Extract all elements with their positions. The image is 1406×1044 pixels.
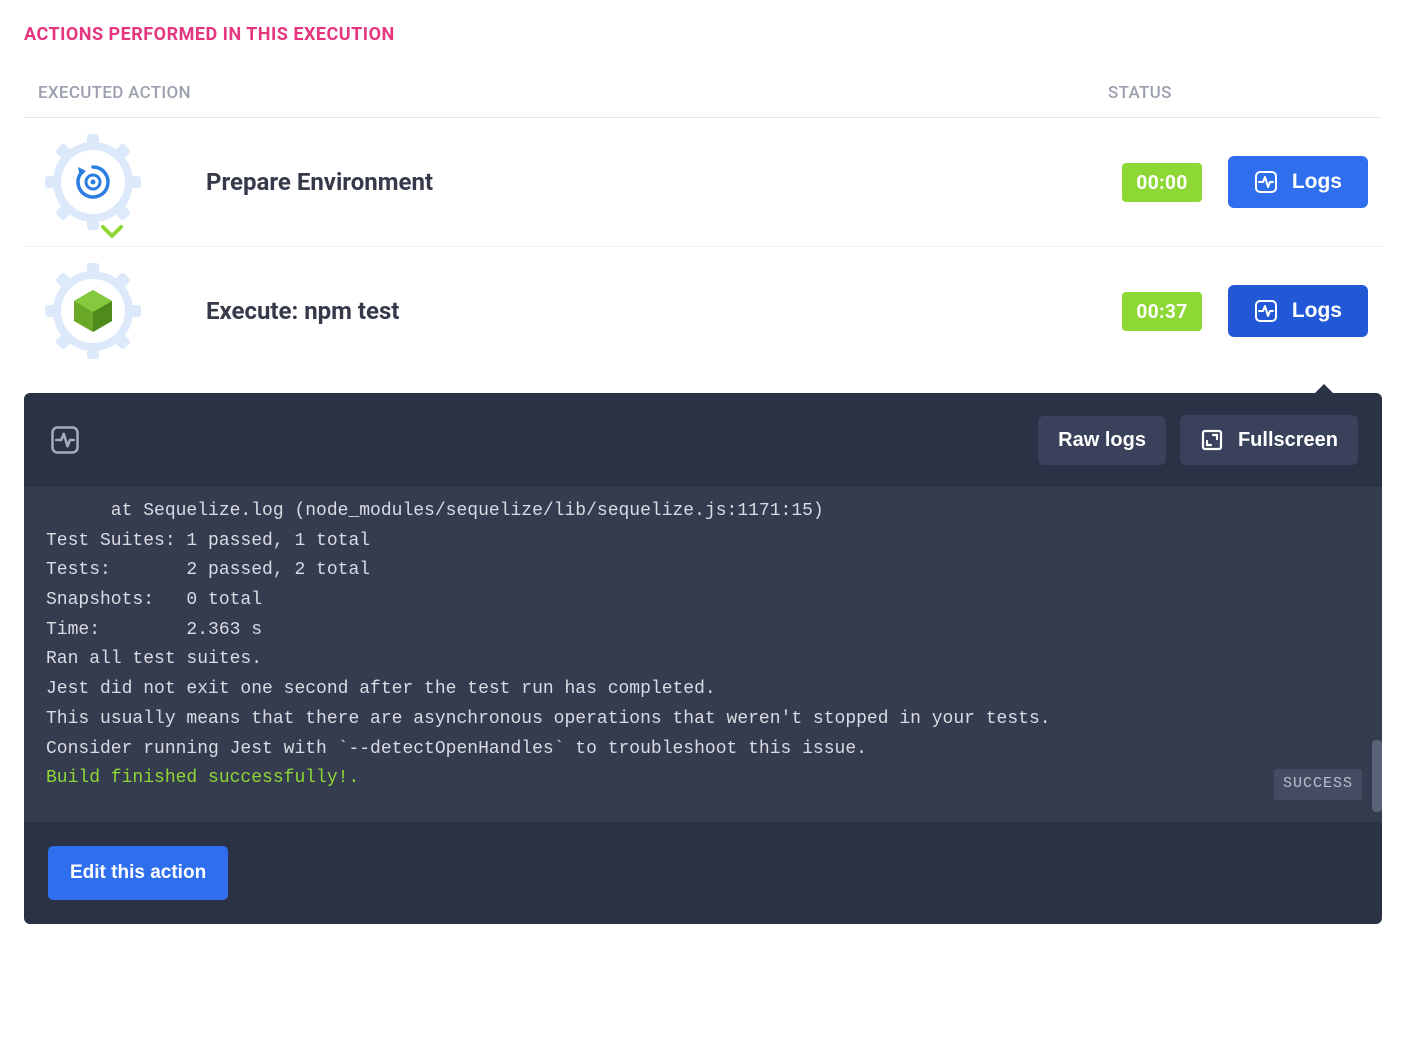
status-cell: 00:37 Logs	[1122, 285, 1368, 337]
logs-button[interactable]: Logs	[1228, 285, 1368, 337]
logs-button-label: Logs	[1292, 170, 1342, 194]
logs-button-label: Logs	[1292, 299, 1342, 323]
log-line: at Sequelize.log (node_modules/sequelize…	[46, 497, 1360, 527]
section-heading: ACTIONS PERFORMED IN THIS EXECUTION	[24, 24, 1382, 45]
activity-icon	[1254, 170, 1278, 194]
log-line: Ran all test suites.	[46, 645, 1360, 675]
log-line: This usually means that there are asynch…	[46, 705, 1360, 735]
action-title: Execute: npm test	[148, 297, 1122, 325]
activity-icon	[48, 423, 82, 457]
log-line: Snapshots: 0 total	[46, 586, 1360, 616]
console-panel: Raw logs Fullscreen at Sequelize.log (no…	[24, 393, 1382, 924]
log-success-line: Build finished successfully!.	[46, 764, 1360, 794]
scrollbar-thumb[interactable]	[1372, 740, 1382, 812]
fullscreen-label: Fullscreen	[1238, 429, 1338, 452]
edit-action-button[interactable]: Edit this action	[48, 846, 228, 900]
fullscreen-button[interactable]: Fullscreen	[1180, 415, 1358, 465]
action-icon-wrap	[38, 261, 148, 361]
status-tag: SUCCESS	[1274, 769, 1362, 800]
raw-logs-label: Raw logs	[1058, 429, 1146, 452]
activity-icon	[1254, 299, 1278, 323]
log-line: Tests: 2 passed, 2 total	[46, 556, 1360, 586]
logs-button[interactable]: Logs	[1228, 156, 1368, 208]
log-line: Time: 2.363 s	[46, 616, 1360, 646]
action-row: Prepare Environment 00:00 Logs	[24, 118, 1382, 247]
action-icon-wrap	[38, 132, 148, 232]
scrollbar[interactable]	[1372, 487, 1382, 822]
col-header-action: EXECUTED ACTION	[38, 83, 1108, 103]
node-icon	[71, 287, 115, 335]
actions-table: EXECUTED ACTION STATUS	[24, 73, 1382, 375]
action-row: Execute: npm test 00:37 Logs	[24, 247, 1382, 375]
raw-logs-button[interactable]: Raw logs	[1038, 416, 1166, 465]
chevron-down-icon	[100, 224, 124, 244]
gear-icon	[43, 261, 143, 361]
action-title: Prepare Environment	[148, 168, 1122, 196]
settings-refresh-icon	[72, 161, 114, 203]
fullscreen-icon	[1200, 428, 1224, 452]
console-body[interactable]: at Sequelize.log (node_modules/sequelize…	[24, 487, 1382, 822]
time-badge: 00:37	[1122, 292, 1201, 331]
time-badge: 00:00	[1122, 163, 1201, 202]
console-footer: Edit this action	[24, 822, 1382, 924]
gear-icon	[43, 132, 143, 232]
console-toolbar: Raw logs Fullscreen	[24, 393, 1382, 487]
status-cell: 00:00 Logs	[1122, 156, 1368, 208]
log-line: Jest did not exit one second after the t…	[46, 675, 1360, 705]
log-line: Test Suites: 1 passed, 1 total	[46, 527, 1360, 557]
col-header-status: STATUS	[1108, 83, 1368, 103]
log-line: Consider running Jest with `--detectOpen…	[46, 735, 1360, 765]
table-header: EXECUTED ACTION STATUS	[24, 73, 1382, 118]
